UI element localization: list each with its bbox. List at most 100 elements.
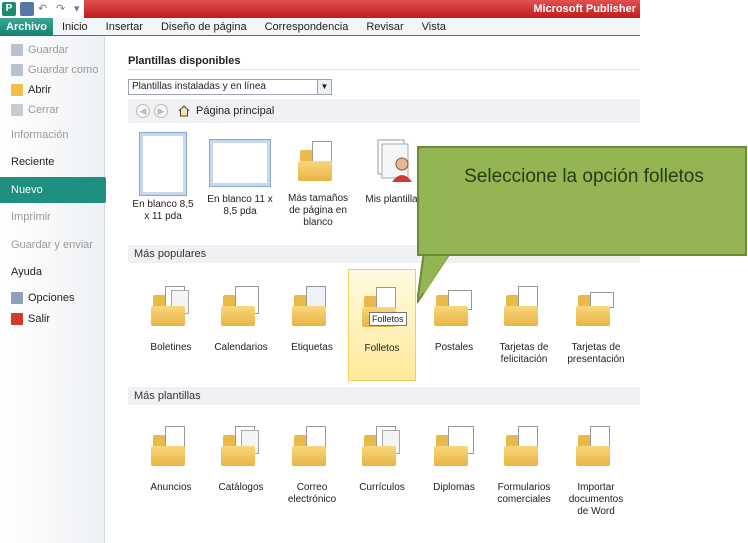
tile-label: Folletos bbox=[364, 343, 400, 354]
tile-label: Calendarios bbox=[214, 342, 268, 353]
menu-guardar-enviar[interactable]: Guardar y enviar bbox=[0, 232, 105, 258]
redo-icon[interactable]: ↷ bbox=[56, 2, 70, 16]
folder-business-forms-icon bbox=[504, 426, 544, 468]
menu-abrir[interactable]: Abrir bbox=[0, 80, 105, 100]
tile-label: Correo electrónico bbox=[287, 482, 337, 505]
tile-formularios-comerciales[interactable]: Formularios comerciales bbox=[490, 426, 558, 506]
tile-label: Postales bbox=[434, 342, 474, 353]
tile-boletines[interactable]: Boletines bbox=[137, 286, 205, 354]
folder-catalog-icon bbox=[221, 426, 261, 468]
tile-tarjetas-felicitacion[interactable]: Tarjetas de felicitación bbox=[490, 286, 558, 366]
chevron-down-icon[interactable]: ▼ bbox=[317, 80, 331, 94]
save-icon bbox=[11, 44, 23, 56]
menu-salir[interactable]: Salir bbox=[0, 309, 105, 329]
templates-panel: Plantillas disponibles Plantillas instal… bbox=[106, 36, 640, 543]
my-templates-icon bbox=[377, 139, 412, 182]
tile-label: Más tamaños de página en blanco bbox=[287, 193, 349, 228]
tile-anuncios[interactable]: Anuncios bbox=[137, 426, 205, 494]
folder-calendar-icon bbox=[221, 286, 261, 328]
tile-importar-word[interactable]: Importar documentos de Word bbox=[562, 426, 630, 518]
blank-portrait-thumbnail bbox=[139, 132, 187, 196]
options-icon bbox=[11, 292, 23, 304]
dropdown-value: Plantillas instaladas y en línea bbox=[132, 81, 266, 92]
tile-label: Currículos bbox=[359, 482, 405, 493]
menu-guardar[interactable]: Guardar bbox=[0, 40, 105, 60]
folder-greeting-card-icon bbox=[504, 286, 544, 328]
menu-informacion[interactable]: Información bbox=[0, 122, 105, 148]
callout-text: Seleccione la opción folletos bbox=[464, 166, 704, 187]
title-bar: P ↶ ↷ ▾ Microsoft Publisher bbox=[0, 0, 748, 18]
tile-calendarios[interactable]: Calendarios bbox=[207, 286, 275, 354]
exit-icon bbox=[11, 313, 23, 325]
tooltip-folletos: Folletos bbox=[369, 312, 407, 326]
menu-abrir-label: Abrir bbox=[28, 84, 52, 96]
tile-blank-landscape[interactable]: En blanco 11 x 8,5 pda bbox=[206, 139, 274, 218]
panel-title: Plantillas disponibles bbox=[128, 55, 241, 67]
tile-tarjetas-presentacion[interactable]: Tarjetas de presentación bbox=[562, 286, 630, 366]
tile-label: Boletines bbox=[150, 342, 192, 353]
back-arrow-icon[interactable]: ◀ bbox=[136, 104, 150, 118]
menu-guardar-label: Guardar bbox=[28, 44, 69, 56]
menu-nuevo[interactable]: Nuevo bbox=[0, 177, 115, 203]
menu-cerrar-label: Cerrar bbox=[28, 104, 60, 116]
title-divider bbox=[128, 69, 640, 70]
undo-icon[interactable]: ↶ bbox=[38, 2, 52, 16]
tile-label: Catálogos bbox=[218, 482, 264, 493]
tile-label: Anuncios bbox=[150, 482, 192, 493]
open-folder-icon bbox=[11, 84, 23, 96]
menu-cerrar[interactable]: Cerrar bbox=[0, 100, 105, 120]
folder-resume-icon bbox=[362, 426, 402, 468]
tile-label: Importar documentos de Word bbox=[568, 482, 624, 517]
tab-archivo[interactable]: Archivo bbox=[0, 18, 53, 36]
tile-blank-portrait[interactable]: En blanco 8,5 x 11 pda bbox=[129, 132, 197, 223]
tile-etiquetas[interactable]: Etiquetas bbox=[278, 286, 346, 354]
forward-arrow-icon[interactable]: ▶ bbox=[154, 104, 168, 118]
close-file-icon bbox=[11, 104, 23, 116]
tile-label: Tarjetas de presentación bbox=[567, 342, 625, 365]
save-icon[interactable] bbox=[20, 2, 34, 16]
tab-inicio[interactable]: Inicio bbox=[53, 18, 97, 36]
blank-landscape-thumbnail bbox=[209, 139, 271, 187]
tab-correspondencia[interactable]: Correspondencia bbox=[256, 18, 358, 36]
menu-opciones[interactable]: Opciones bbox=[0, 288, 105, 308]
tab-diseno-pagina[interactable]: Diseño de página bbox=[152, 18, 256, 36]
tab-insertar[interactable]: Insertar bbox=[97, 18, 152, 36]
menu-ayuda[interactable]: Ayuda bbox=[0, 259, 105, 285]
publisher-logo-icon: P bbox=[2, 2, 16, 16]
home-link[interactable]: Página principal bbox=[196, 105, 274, 117]
window-title: Microsoft Publisher bbox=[84, 0, 640, 18]
tile-catalogos[interactable]: Catálogos bbox=[207, 426, 275, 494]
tab-vista[interactable]: Vista bbox=[413, 18, 455, 36]
folder-diploma-icon bbox=[434, 426, 474, 468]
tile-correo-electronico[interactable]: Correo electrónico bbox=[278, 426, 346, 506]
instruction-callout: Seleccione la opción folletos bbox=[417, 146, 747, 256]
tile-label: Etiquetas bbox=[291, 342, 333, 353]
folder-ads-icon bbox=[151, 426, 191, 468]
templates-source-dropdown[interactable]: Plantillas instaladas y en línea ▼ bbox=[128, 79, 332, 95]
menu-imprimir[interactable]: Imprimir bbox=[0, 204, 105, 230]
menu-nuevo-label: Nuevo bbox=[11, 184, 43, 196]
menu-reciente[interactable]: Reciente bbox=[0, 149, 105, 175]
section-more: Más plantillas bbox=[128, 387, 640, 405]
backstage-menu: Guardar Guardar como Abrir Cerrar Inform… bbox=[0, 36, 115, 543]
menu-opciones-label: Opciones bbox=[28, 292, 75, 304]
folder-page-icon bbox=[298, 141, 338, 183]
tile-curriculos[interactable]: Currículos bbox=[348, 426, 416, 494]
tile-label: En blanco 8,5 x 11 pda bbox=[132, 199, 194, 222]
quick-access-toolbar: P ↶ ↷ ▾ bbox=[0, 0, 88, 18]
tab-revisar[interactable]: Revisar bbox=[357, 18, 412, 36]
tile-more-sizes[interactable]: Más tamaños de página en blanco bbox=[284, 141, 352, 229]
navigation-bar: ◀ ▶ Página principal bbox=[128, 99, 640, 123]
save-as-icon bbox=[11, 64, 23, 76]
home-icon[interactable] bbox=[178, 105, 190, 117]
folder-business-card-icon bbox=[576, 286, 616, 328]
menu-guardar-como-label: Guardar como bbox=[28, 64, 99, 76]
tile-diplomas[interactable]: Diplomas bbox=[420, 426, 488, 494]
folder-email-icon bbox=[292, 426, 332, 468]
tile-label: Formularios comerciales bbox=[497, 482, 551, 505]
tile-label: Diplomas bbox=[433, 482, 475, 493]
menu-salir-label: Salir bbox=[28, 313, 51, 325]
ribbon-tabs: Archivo Inicio Insertar Diseño de página… bbox=[0, 18, 640, 36]
menu-guardar-como[interactable]: Guardar como bbox=[0, 60, 105, 80]
folder-newsletter-icon bbox=[151, 286, 191, 328]
